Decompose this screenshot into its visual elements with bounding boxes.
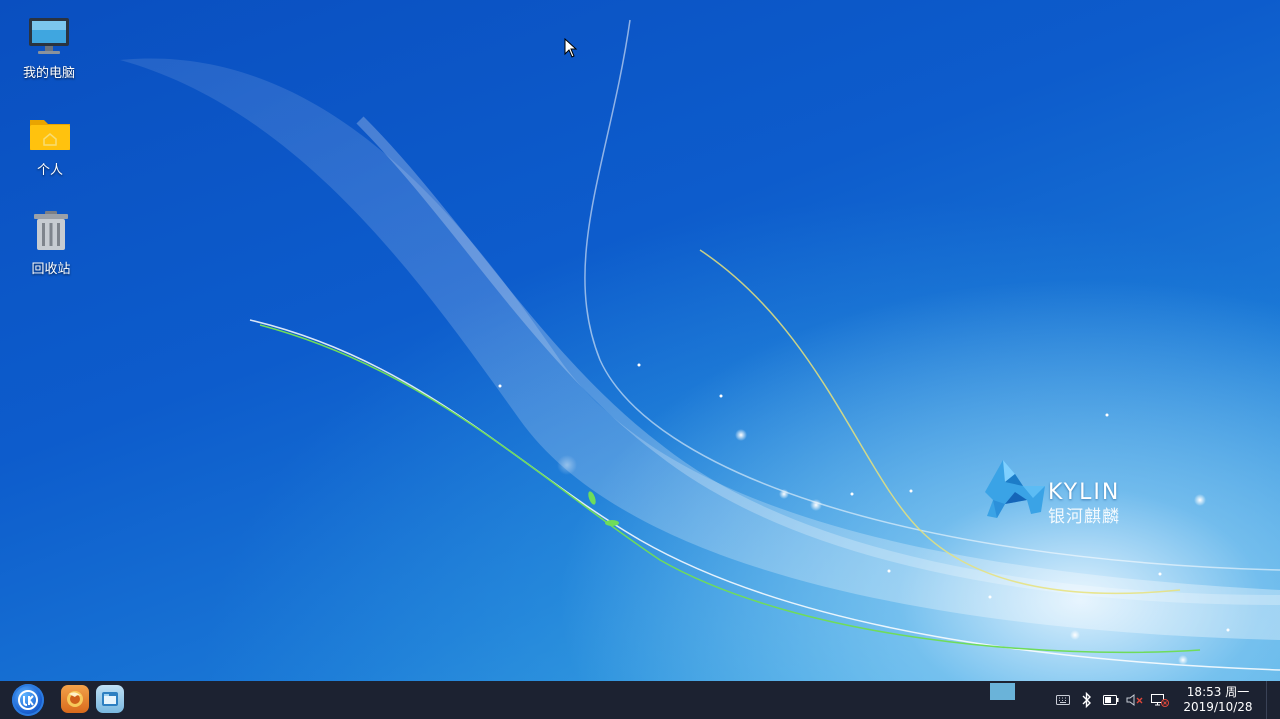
battery-icon (1103, 695, 1119, 705)
desktop: 我的电脑 个人 回收站 KYLIN 银河麒麟 (0, 0, 1280, 681)
computer-icon (29, 18, 69, 54)
desktop-icon-home[interactable]: 个人 (10, 113, 90, 178)
mouse-cursor-icon (564, 38, 578, 58)
clock-date: 2019/10/28 (1183, 700, 1253, 714)
desktop-icon-label: 个人 (36, 163, 63, 178)
workspace-indicator[interactable] (990, 683, 1015, 700)
browser-launcher[interactable] (61, 685, 89, 713)
home-folder-icon (30, 120, 70, 150)
keyboard-icon (1056, 695, 1070, 705)
clock-time: 18:53 周一 (1186, 685, 1250, 699)
desktop-icon-label: 回收站 (31, 262, 71, 277)
volume-tray-button[interactable] (1126, 691, 1144, 709)
taskbar-clock[interactable]: 18:53 周一 2019/10/28 (1176, 685, 1260, 715)
show-desktop-button[interactable] (1266, 681, 1280, 719)
desktop-icon-computer[interactable]: 我的电脑 (9, 16, 89, 81)
keyboard-tray-button[interactable] (1054, 691, 1072, 709)
volume-muted-icon (1126, 694, 1143, 706)
file-manager-icon (102, 692, 118, 706)
desktop-icon-trash[interactable]: 回收站 (11, 210, 91, 277)
bluetooth-tray-button[interactable] (1078, 691, 1096, 709)
desktop-icon-label: 我的电脑 (22, 66, 75, 81)
start-menu-button[interactable] (12, 684, 44, 716)
firefox-icon (67, 691, 83, 707)
battery-tray-button[interactable] (1102, 691, 1120, 709)
wallpaper-art (120, 19, 1280, 671)
kylin-start-icon (18, 690, 38, 710)
network-tray-button[interactable] (1151, 691, 1169, 709)
taskbar: 18:53 周一 2019/10/28 (0, 681, 1280, 719)
files-launcher[interactable] (96, 685, 124, 713)
bluetooth-icon (1082, 692, 1091, 708)
kylin-brand-subtext: 银河麒麟 (1048, 507, 1120, 527)
trash-icon (34, 211, 68, 250)
network-disconnected-icon (1151, 694, 1169, 707)
